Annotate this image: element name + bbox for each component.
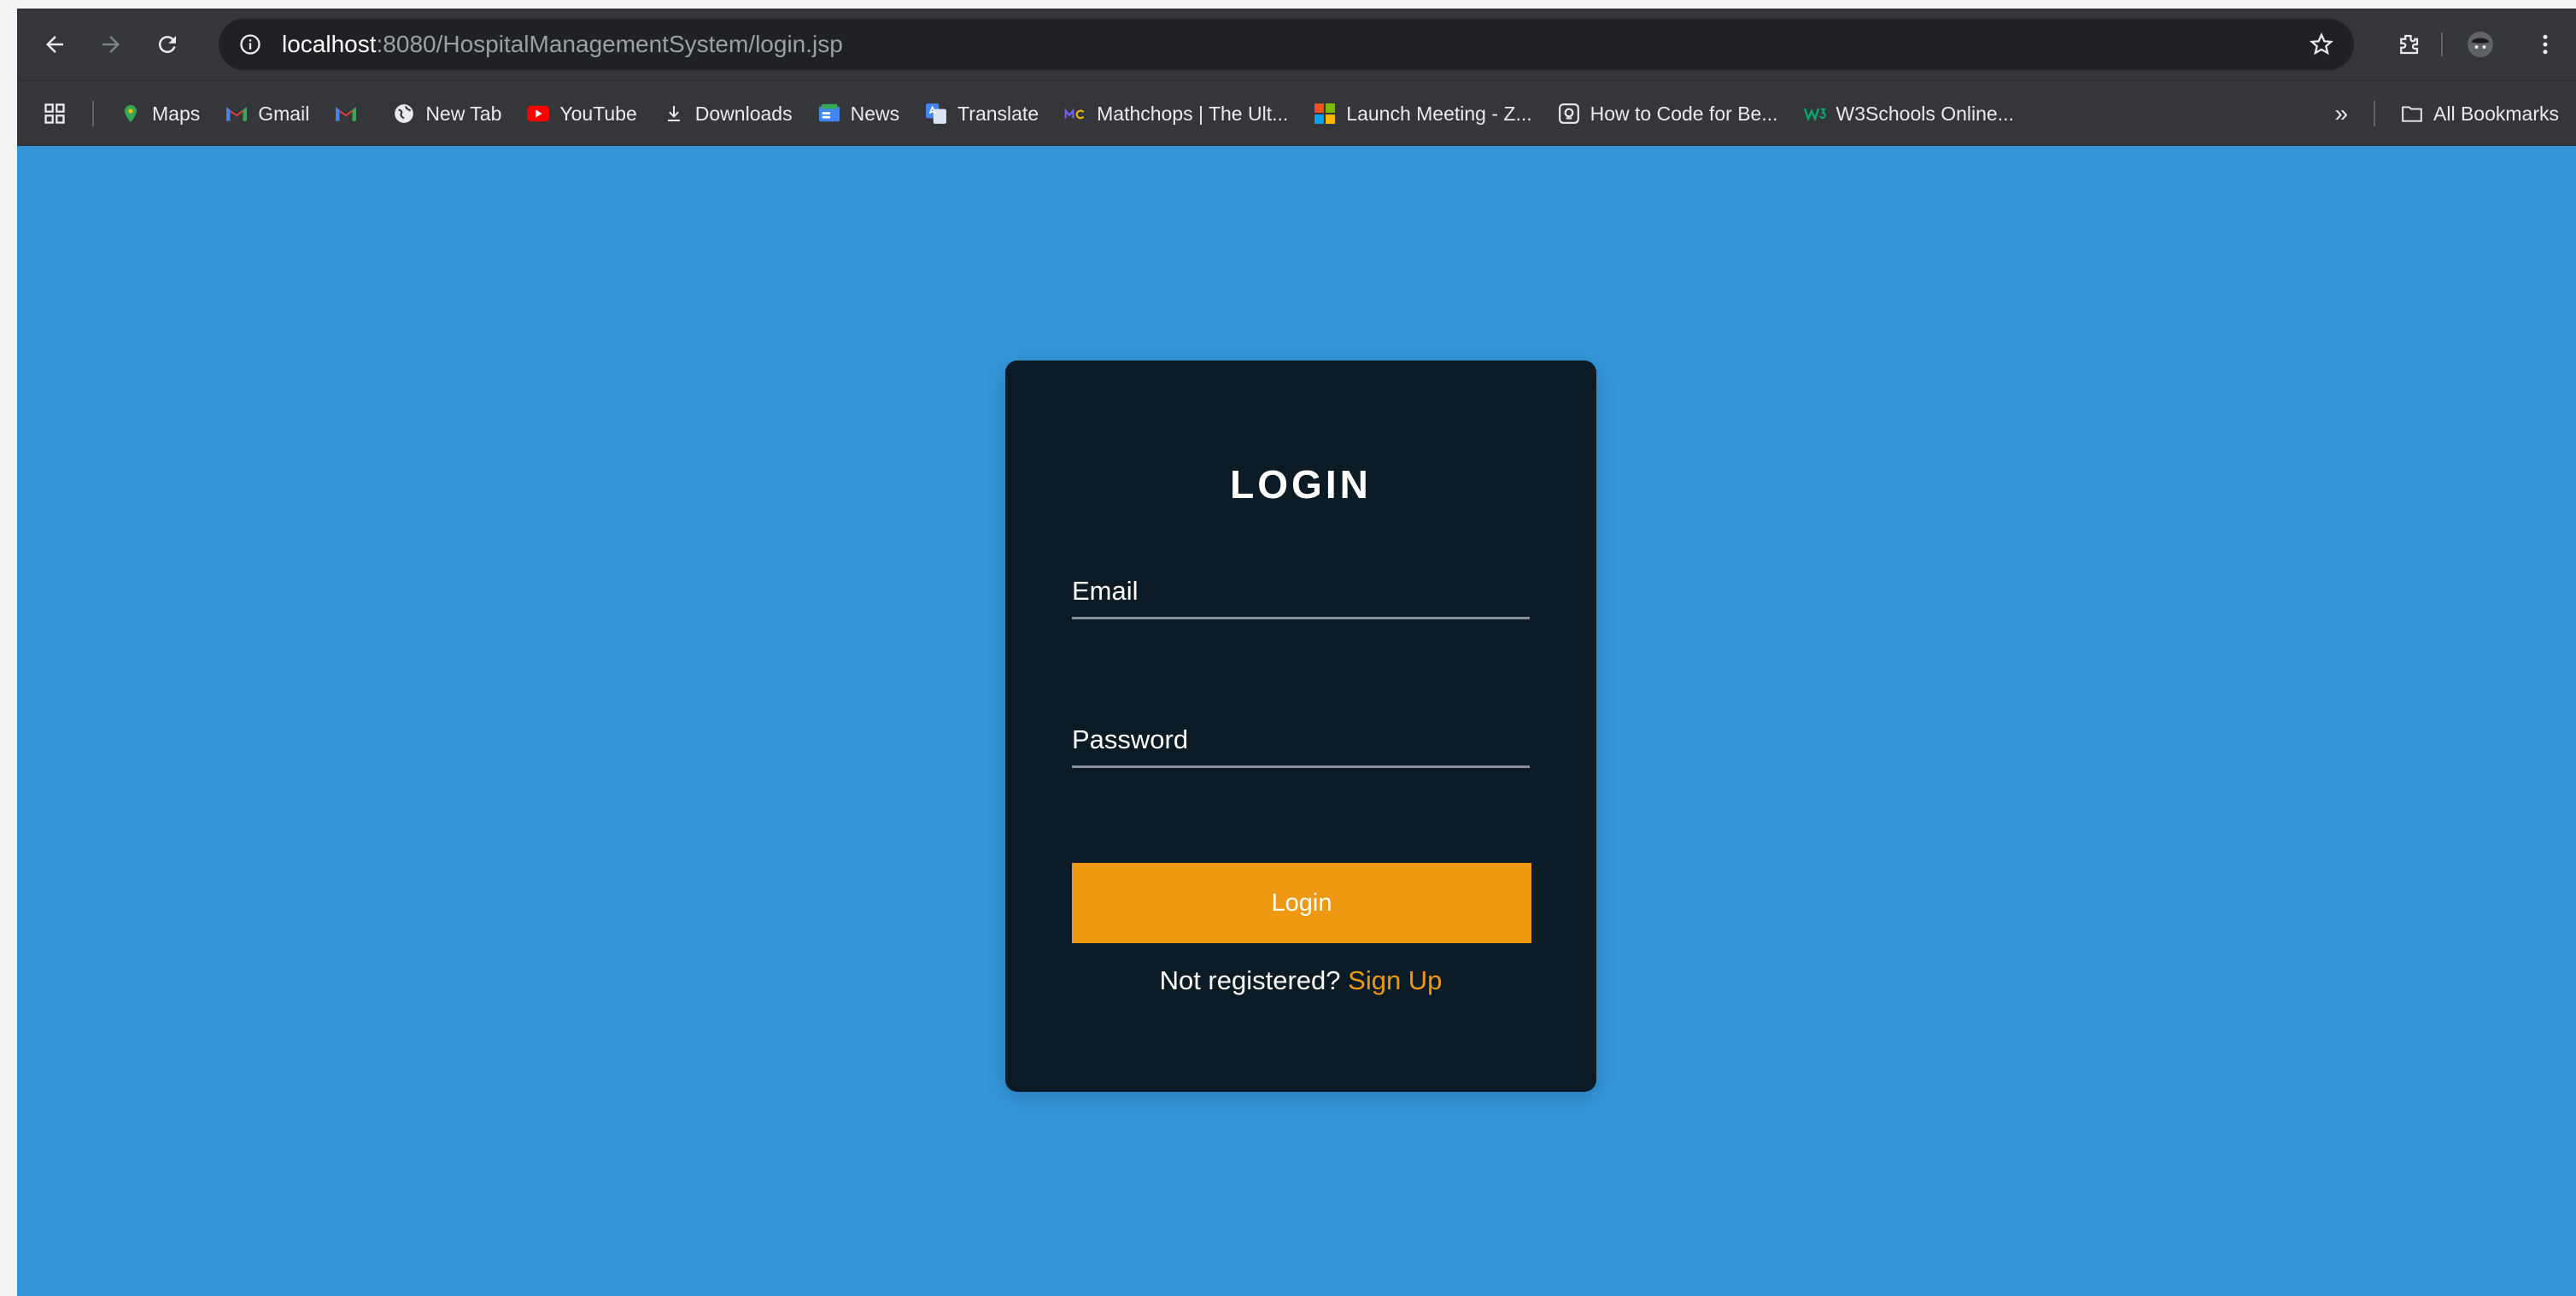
bookmark-news[interactable]: News <box>818 102 900 126</box>
back-arrow-icon[interactable] <box>34 24 75 65</box>
bookmark-label: News <box>850 102 900 125</box>
bookmark-label: Maps <box>152 102 201 125</box>
bookmark-label: How to Code for Be... <box>1590 102 1778 125</box>
google-news-icon <box>818 103 840 125</box>
bookmark-translate[interactable]: Translate <box>925 103 1039 126</box>
bookmark-maps[interactable]: Maps <box>120 103 200 126</box>
gmail-icon <box>225 103 248 125</box>
bookmark-gmail[interactable]: Gmail <box>225 103 309 126</box>
all-bookmarks-label: All Bookmarks <box>2433 102 2559 125</box>
bookmark-label: Mathchops | The Ult... <box>1097 102 1289 125</box>
globe-icon <box>393 103 415 125</box>
bookmark-label: Translate <box>957 102 1039 125</box>
email-input[interactable] <box>1072 566 1530 619</box>
apps-grid-icon[interactable] <box>43 102 67 126</box>
more-vert-icon[interactable] <box>2526 26 2564 63</box>
browser-window: localhost:8080/HospitalManagementSystem/… <box>17 9 2576 1296</box>
all-bookmarks-button[interactable]: All Bookmarks <box>2401 103 2559 126</box>
gmail-icon <box>335 103 357 125</box>
page-icon <box>1558 103 1580 125</box>
bookmarks-bar: Maps Gmail New Tab YouTube Downloads New… <box>17 80 2576 146</box>
reload-icon[interactable] <box>147 24 188 65</box>
address-bar[interactable]: localhost:8080/HospitalManagementSystem/… <box>219 19 2354 70</box>
bookmark-gmail-2[interactable] <box>335 103 367 125</box>
bookmark-label: Downloads <box>694 102 793 125</box>
login-title: LOGIN <box>1230 462 1372 507</box>
login-button[interactable]: Login <box>1072 863 1531 943</box>
signup-prompt: Not registered? Sign Up <box>1005 965 1596 996</box>
folder-icon <box>2401 103 2423 125</box>
profile-avatar-icon[interactable] <box>2462 26 2499 63</box>
url-text: localhost:8080/HospitalManagementSystem/… <box>282 31 843 58</box>
bookmark-downloads[interactable]: Downloads <box>663 103 793 126</box>
bookmark-mathchops[interactable]: Mathchops | The Ult... <box>1064 103 1288 126</box>
bookmark-label: W3Schools Online... <box>1835 102 2014 125</box>
info-icon[interactable] <box>237 32 263 57</box>
bookmarks-separator <box>2374 101 2376 126</box>
bookmark-label: New Tab <box>425 102 502 125</box>
bookmarks-separator <box>92 101 94 126</box>
forward-arrow-icon[interactable] <box>91 24 132 65</box>
url-path: :8080/HospitalManagementSystem/login.jsp <box>376 31 843 57</box>
not-registered-text: Not registered? <box>1159 965 1341 995</box>
mathchops-icon <box>1064 103 1086 125</box>
more-bookmarks-chevron-icon[interactable]: » <box>2334 100 2348 127</box>
microsoft-icon <box>1314 103 1336 125</box>
password-input[interactable] <box>1072 714 1530 768</box>
toolbar-separator <box>2441 32 2443 56</box>
w3schools-icon <box>1803 103 1826 125</box>
extensions-puzzle-icon[interactable] <box>2390 26 2427 63</box>
star-icon[interactable] <box>2303 26 2340 63</box>
bookmark-new-tab[interactable]: New Tab <box>393 103 501 126</box>
bookmark-label: YouTube <box>559 102 637 125</box>
login-card: LOGIN Login Not registered? Sign Up <box>1005 361 1596 1092</box>
bookmark-launch-meeting[interactable]: Launch Meeting - Z... <box>1314 102 1532 126</box>
browser-toolbar: localhost:8080/HospitalManagementSystem/… <box>17 9 2576 80</box>
download-icon <box>663 103 685 125</box>
bookmark-how-to-code[interactable]: How to Code for Be... <box>1558 103 1778 126</box>
url-host: localhost <box>282 31 377 57</box>
bookmark-label: Launch Meeting - Z... <box>1346 102 1532 125</box>
bookmark-w3schools[interactable]: W3Schools Online... <box>1803 102 2014 126</box>
sign-up-link[interactable]: Sign Up <box>1348 965 1442 995</box>
youtube-icon <box>527 103 550 125</box>
bookmark-label: Gmail <box>258 102 310 125</box>
translate-icon <box>925 103 947 125</box>
maps-pin-icon <box>120 103 142 125</box>
bookmark-youtube[interactable]: YouTube <box>527 102 637 126</box>
